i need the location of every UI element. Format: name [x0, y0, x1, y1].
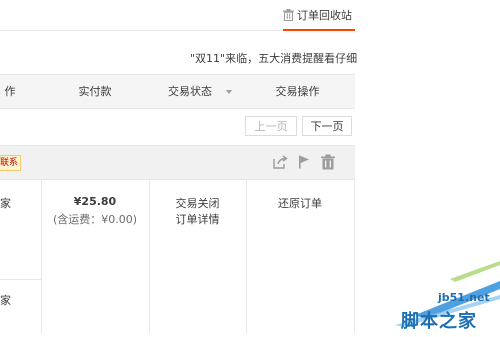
order-price: ¥25.80	[73, 195, 117, 208]
header-paid: 实付款	[78, 85, 112, 98]
next-page-button[interactable]: 下一页	[302, 116, 352, 136]
status-filter-dropdown[interactable]: 交易状态	[150, 75, 250, 108]
order-detail-link[interactable]: 订单详情	[149, 211, 246, 227]
restore-order-link[interactable]: 还原订单	[246, 195, 354, 211]
watermark-site: jb51.net	[438, 291, 490, 304]
header-operations: 交易操作	[275, 85, 320, 98]
order-shipping: (含运费：¥0.00)	[52, 213, 138, 226]
item-title-partial[interactable]: 家	[0, 195, 11, 211]
header-status-label: 交易状态	[168, 85, 212, 98]
contact-seller-badge[interactable]: 联系	[0, 155, 22, 171]
order-status: 交易关闭	[175, 197, 220, 210]
header-action-partial: 作	[4, 85, 16, 98]
watermark-name: 脚本之家	[401, 311, 477, 332]
tab-active-indicator	[283, 29, 355, 31]
chevron-down-icon	[226, 89, 232, 94]
item-title-partial[interactable]: 家	[0, 292, 11, 308]
flag-icon[interactable]	[296, 154, 312, 170]
order-header: 联系	[0, 145, 355, 180]
table-header: 作 实付款 交易状态 交易操作	[0, 74, 355, 109]
trash-icon	[283, 9, 294, 21]
delete-icon[interactable]	[320, 154, 336, 170]
share-icon[interactable]	[272, 154, 288, 170]
item-divider	[0, 279, 41, 280]
watermark: jb51.net 脚本之家	[355, 255, 500, 333]
notice-link[interactable]: "双11"来临，五大消费提醒看仔细	[190, 50, 365, 66]
tab-recycle-bin[interactable]: 订单回收站	[283, 0, 355, 30]
prev-page-button[interactable]: 上一页	[245, 116, 297, 136]
tab-recycle-bin-label: 订单回收站	[297, 9, 352, 22]
